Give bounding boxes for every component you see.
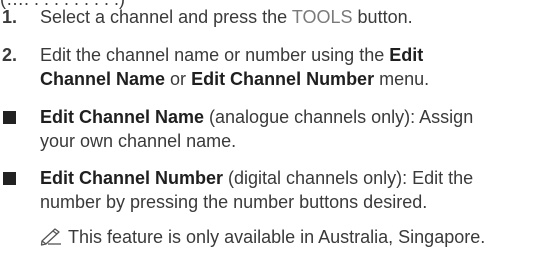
- bullet-text: Edit Channel Number (digital channels on…: [40, 166, 540, 214]
- step-2-line2-mid: or: [165, 69, 192, 89]
- pencil-note-icon: [40, 226, 62, 252]
- bullet-line1-rest: (analogue channels only): Assign: [204, 107, 474, 127]
- step-1-text-pre: Select a channel and press the: [40, 7, 292, 27]
- step-text: Select a channel and press the TOOLS but…: [40, 5, 540, 29]
- bullet-title: Edit Channel Name: [40, 107, 205, 127]
- bullet-line2: number by pressing the number buttons de…: [40, 192, 428, 212]
- step-2-line2-post: menu.: [374, 69, 430, 89]
- bullet-title: Edit Channel Number: [40, 168, 224, 188]
- menu-name-edit-channel-number: Edit Channel Number: [191, 69, 375, 89]
- note-text: This feature is only available in Austra…: [68, 227, 486, 247]
- step-text: Edit the channel name or number using th…: [40, 43, 540, 91]
- bullet-text: Edit Channel Name (analogue channels onl…: [40, 105, 540, 153]
- menu-name-edit: Edit: [389, 45, 424, 65]
- step-number: 1.: [2, 7, 18, 27]
- step-1-text-post: button.: [352, 7, 413, 27]
- step-2-line1-pre: Edit the channel name or number using th…: [40, 45, 390, 65]
- tools-button-label: TOOLS: [291, 7, 353, 27]
- square-bullet-icon: [3, 172, 16, 185]
- step-number: 2.: [2, 45, 18, 65]
- bullet-line2: your own channel name.: [40, 131, 237, 151]
- note: This feature is only available in Austra…: [40, 225, 485, 252]
- square-bullet-icon: [3, 111, 16, 124]
- bullet-line1-rest: (digital channels only): Edit the: [223, 168, 474, 188]
- menu-name-channel-name: Channel Name: [40, 69, 166, 89]
